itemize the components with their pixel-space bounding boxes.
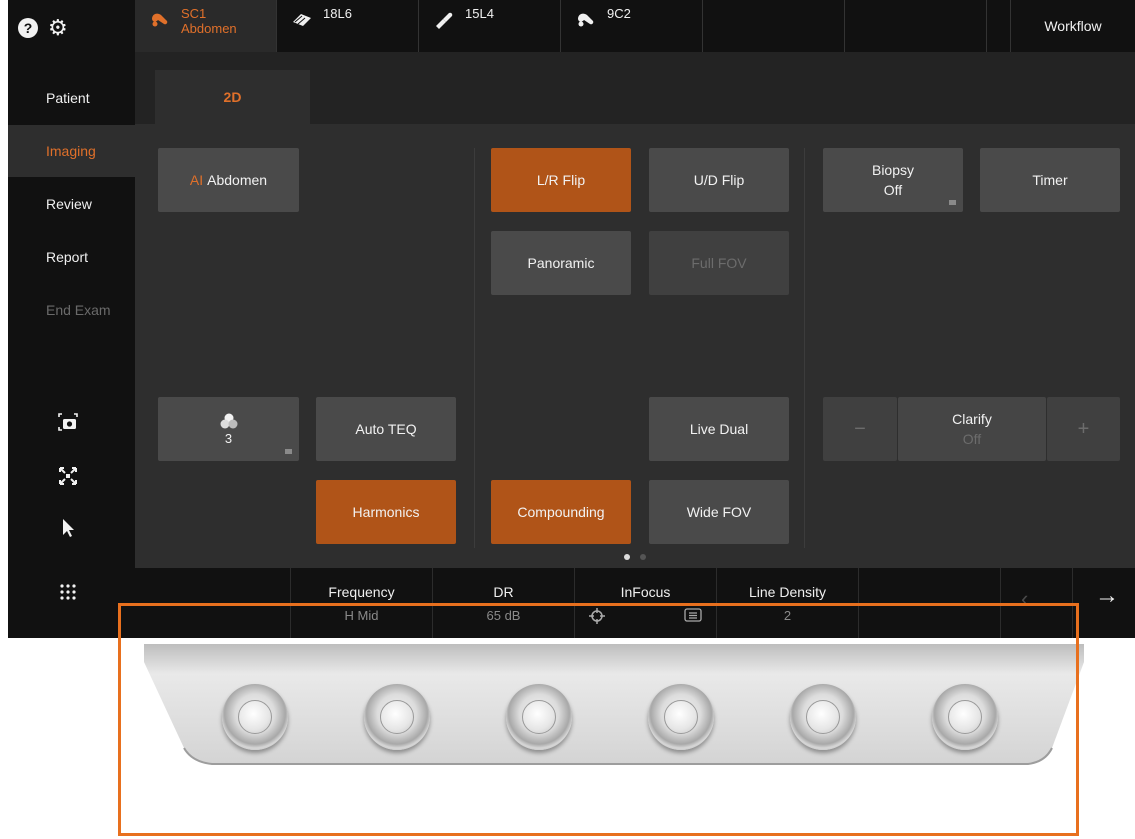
probe-icon [152, 13, 168, 27]
button-label: Harmonics [352, 504, 420, 520]
ultrasound-screen: ? ⚙ Patient Imaging Review Report End Ex… [8, 0, 1135, 638]
probe-preset: Abdomen [181, 21, 237, 36]
full-fov-button[interactable]: Full FOV [649, 231, 789, 295]
sidebar-item-label: End Exam [46, 302, 111, 318]
timer-button[interactable]: Timer [980, 148, 1120, 212]
probe-icon [293, 14, 311, 26]
button-label: Compounding [517, 504, 605, 520]
sidebar-item-label: Imaging [46, 143, 96, 159]
biopsy-button[interactable]: Biopsy Off [823, 148, 963, 212]
probe-tab-18l6[interactable]: 18L6 [277, 0, 419, 52]
sidebar-item-patient[interactable]: Patient [8, 72, 135, 124]
mode-tab-row: 2D [135, 52, 1135, 124]
probe-icon [436, 12, 453, 29]
submenu-indicator-icon [285, 449, 292, 454]
button-value: 3 [224, 430, 233, 446]
sidebar: ? ⚙ Patient Imaging Review Report End Ex… [8, 0, 135, 638]
submenu-indicator-icon [949, 200, 956, 205]
probe-name: SC1 [181, 6, 207, 21]
grid-menu-icon[interactable] [54, 578, 82, 606]
button-label: Biopsy [871, 162, 915, 178]
param-label: Line Density [748, 584, 827, 600]
color-map-icon [220, 413, 237, 428]
page-indicator [624, 554, 646, 560]
clarify-decrease-button[interactable]: − [823, 397, 897, 461]
sidebar-item-label: Patient [46, 90, 90, 106]
button-label: Timer [1032, 172, 1068, 188]
probe-tab-9c2[interactable]: 9C2 [561, 0, 703, 52]
probe-icon [578, 13, 594, 27]
workflow-label: Workflow [1044, 18, 1102, 34]
pointer-arrow-icon[interactable] [54, 514, 82, 542]
tab-label: 2D [223, 89, 242, 105]
compounding-button[interactable]: Compounding [491, 480, 631, 544]
ud-flip-button[interactable]: U/D Flip [649, 148, 789, 212]
sidebar-top-icons: ? ⚙ [18, 10, 68, 46]
param-label: DR [493, 584, 514, 600]
clarify-control[interactable]: Clarify Off [898, 397, 1046, 461]
probe-bar: SC1 Abdomen 18L6 15L4 9C2 Workflow [135, 0, 1135, 52]
camera-icon[interactable] [54, 408, 82, 436]
button-label: U/D Flip [693, 172, 745, 188]
page-dot[interactable] [640, 554, 646, 560]
probe-tab-sc1[interactable]: SC1 Abdomen [135, 0, 277, 52]
sidebar-item-label: Review [46, 196, 92, 212]
workflow-button[interactable]: Workflow [1010, 0, 1135, 52]
button-label: Full FOV [691, 255, 747, 271]
live-dual-button[interactable]: Live Dual [649, 397, 789, 461]
page-dot-active[interactable] [624, 554, 630, 560]
sidebar-item-end-exam[interactable]: End Exam [8, 284, 135, 336]
wide-fov-button[interactable]: Wide FOV [649, 480, 789, 544]
arrow-right-icon: → [1095, 582, 1119, 609]
harmonics-button[interactable]: Harmonics [316, 480, 456, 544]
button-label: Clarify [952, 411, 992, 427]
button-label: Panoramic [527, 255, 595, 271]
probe-slot-empty [845, 0, 987, 52]
clarify-increase-button[interactable]: + [1047, 397, 1120, 461]
button-label: Abdomen [207, 172, 268, 188]
probe-name: 9C2 [607, 6, 631, 21]
ai-prefix: AI [189, 172, 204, 188]
ai-abdomen-button[interactable]: AI Abdomen [158, 148, 299, 212]
question-circle-icon[interactable]: ? [18, 18, 38, 38]
column-divider [474, 148, 475, 548]
plus-icon: + [1077, 417, 1090, 440]
lr-flip-button[interactable]: L/R Flip [491, 148, 631, 212]
sidebar-item-report[interactable]: Report [8, 231, 135, 283]
gear-icon[interactable]: ⚙ [48, 17, 68, 39]
fit-screen-icon[interactable] [54, 462, 82, 490]
tab-2d[interactable]: 2D [155, 70, 310, 124]
button-value: Off [962, 431, 982, 447]
color-map-button[interactable]: 3 [158, 397, 299, 461]
probe-tab-15l4[interactable]: 15L4 [419, 0, 561, 52]
panoramic-button[interactable]: Panoramic [491, 231, 631, 295]
sidebar-item-imaging[interactable]: Imaging [8, 125, 135, 177]
probe-slot-empty [703, 0, 845, 52]
button-label: Wide FOV [686, 504, 752, 520]
highlight-frame [118, 603, 1079, 836]
button-label: L/R Flip [536, 172, 586, 188]
probe-name: 18L6 [323, 6, 352, 21]
button-value: Off [883, 182, 903, 198]
button-label: Auto TEQ [355, 421, 417, 437]
auto-teq-button[interactable]: Auto TEQ [316, 397, 456, 461]
param-label: InFocus [620, 584, 671, 600]
sidebar-item-label: Report [46, 249, 89, 265]
sidebar-item-review[interactable]: Review [8, 178, 135, 230]
param-nav-right[interactable]: → [1072, 568, 1135, 638]
probe-name: 15L4 [465, 6, 494, 21]
param-label: Frequency [328, 584, 395, 600]
column-divider [804, 148, 805, 548]
minus-icon: − [854, 417, 866, 440]
button-label: Live Dual [689, 421, 749, 437]
